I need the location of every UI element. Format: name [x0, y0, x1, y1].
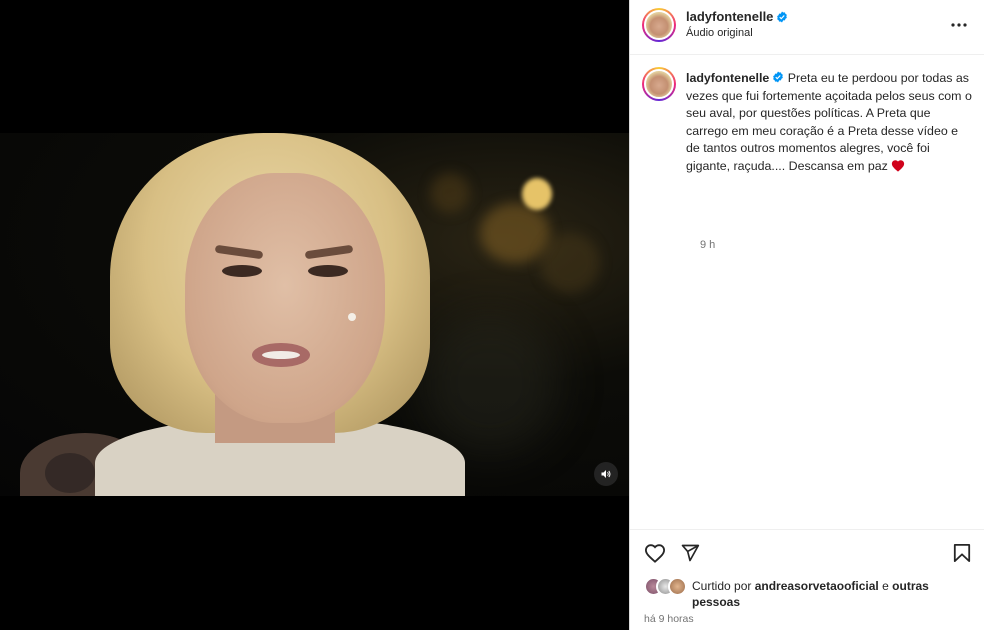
video-player[interactable]: [0, 133, 629, 496]
more-options-icon[interactable]: [949, 15, 969, 35]
avatar: [668, 577, 687, 596]
audio-link[interactable]: Áudio original: [686, 27, 753, 39]
liker-avatars[interactable]: [644, 577, 692, 597]
post-side-panel: ladyfontenelle Áudio original ladyfonten…: [629, 0, 984, 630]
verified-badge-icon: [773, 71, 784, 83]
caption-text: ladyfontenelle Preta eu te perdoou por t…: [686, 70, 972, 175]
caption-timestamp[interactable]: 9 h: [700, 239, 715, 251]
liker-username-link[interactable]: andreasorvetaooficial: [755, 579, 879, 593]
avatar[interactable]: [642, 67, 676, 101]
caption-body: Preta eu te perdoou por todas as vezes q…: [686, 71, 972, 173]
verified-badge-icon: [777, 11, 788, 22]
heart-icon: [644, 544, 666, 563]
liked-by-text: Curtido por andreasorvetaooficial e outr…: [692, 579, 929, 609]
share-button[interactable]: [678, 541, 702, 565]
avatar[interactable]: [642, 8, 676, 42]
divider: [630, 529, 984, 530]
red-heart-emoji-icon: [892, 159, 905, 172]
volume-icon[interactable]: [594, 462, 618, 486]
media-pane: [0, 0, 629, 630]
username-link[interactable]: ladyfontenelle: [686, 9, 773, 24]
like-button[interactable]: [643, 541, 667, 565]
username-link[interactable]: ladyfontenelle: [686, 71, 769, 85]
bookmark-icon: [953, 544, 971, 562]
post-timestamp[interactable]: há 9 horas: [644, 613, 694, 625]
instagram-post-view: ladyfontenelle Áudio original ladyfonten…: [0, 0, 984, 630]
author-name: ladyfontenelle: [686, 9, 788, 24]
post-header: ladyfontenelle Áudio original: [630, 0, 984, 55]
share-icon: [681, 544, 700, 562]
save-button[interactable]: [950, 541, 974, 565]
